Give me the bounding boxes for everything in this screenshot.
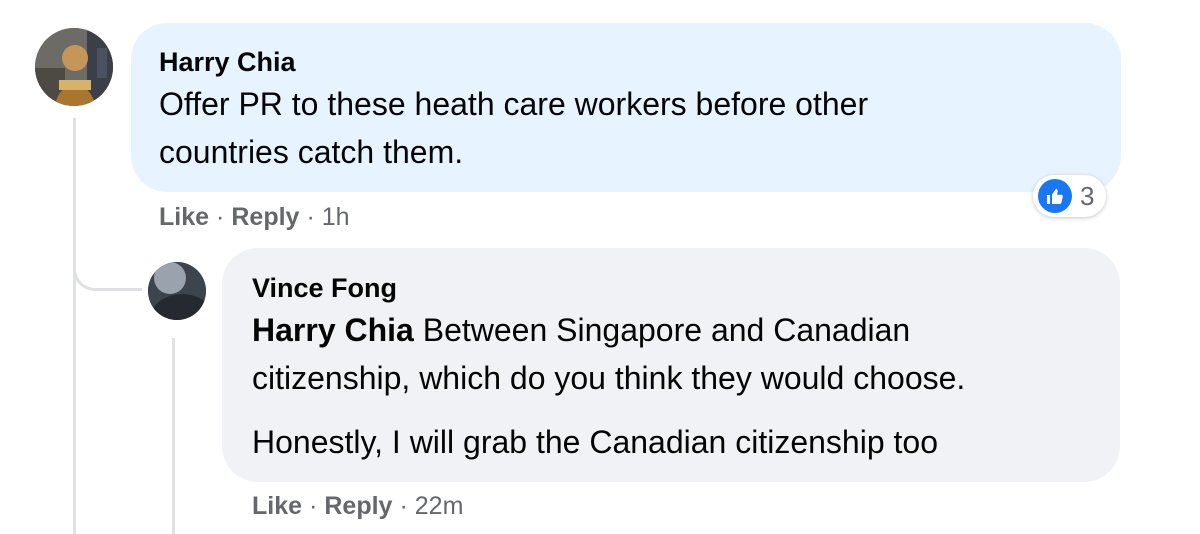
comment-timestamp[interactable]: 1h [322,203,350,231]
reply-thread-line [172,338,175,534]
avatar-image [148,262,206,320]
reply-text-line: Harry Chia Between Singapore and Canadia… [252,306,965,354]
thumbs-up-icon [1038,179,1072,213]
comment-text: Offer PR to these heath care workers bef… [159,80,868,176]
reply-text-paragraph: Honestly, I will grab the Canadian citiz… [252,424,938,460]
mention-link[interactable]: Harry Chia [252,312,414,348]
reply-author-name[interactable]: Vince Fong [252,273,397,304]
comment-bubble: Harry Chia Offer PR to these heath care … [131,23,1121,192]
like-button[interactable]: Like [159,203,209,231]
separator: · [216,203,225,231]
avatar-vince-fong[interactable] [148,262,206,320]
thread-line-vertical [73,118,76,534]
comment-author-name[interactable]: Harry Chia [159,47,296,78]
reply-timestamp[interactable]: 22m [415,492,464,520]
avatar-image [35,28,113,106]
reply-bubble: Vince Fong Harry Chia Between Singapore … [222,248,1120,482]
reply-actions: Like · Reply · 22m [252,492,463,521]
reply-text-line: citizenship, which do you think they wou… [252,360,966,396]
reply-button[interactable]: Reply [324,492,392,520]
reply-text-fragment: Between Singapore and Canadian [422,312,911,348]
reply-button[interactable]: Reply [231,203,299,231]
avatar-harry-chia[interactable] [35,28,113,106]
separator: · [399,492,408,520]
reaction-summary[interactable]: 3 [1033,175,1107,217]
reply-text: Harry Chia Between Singapore and Canadia… [252,306,965,402]
thread-line-connector [73,246,142,291]
comment-text-line: Offer PR to these heath care workers bef… [159,86,869,122]
comment-actions: Like · Reply · 1h [159,203,350,232]
comment-text-line: countries catch them. [159,134,464,170]
like-button[interactable]: Like [252,492,302,520]
reaction-count: 3 [1080,180,1095,211]
separator: · [309,492,318,520]
separator: · [306,203,315,231]
